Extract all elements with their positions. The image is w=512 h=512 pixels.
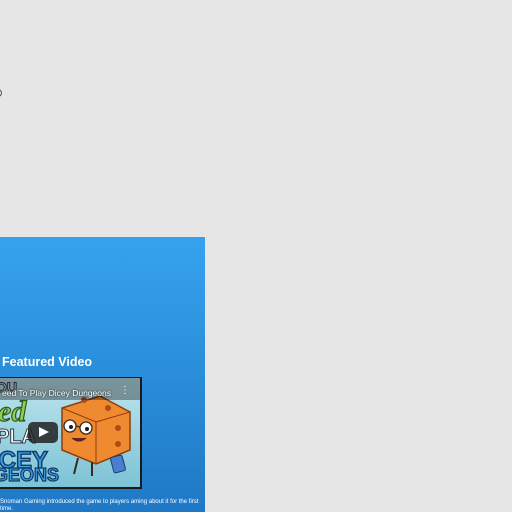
featured-video-panel: Featured Video OU ed PLA ICEY bbox=[0, 237, 205, 512]
thumb-word-5: GEONS bbox=[0, 465, 59, 485]
video-more-options-icon[interactable]: ⋮ bbox=[120, 386, 130, 396]
video-description: Snoman Gaming introduced the game to pla… bbox=[0, 499, 199, 512]
page-root: Featured Video OU ed PLA ICEY bbox=[0, 0, 512, 512]
video-title[interactable]: eed To Play Dicey Dungeons bbox=[2, 388, 111, 398]
featured-video-heading: Featured Video bbox=[2, 355, 93, 369]
offscreen-edge-mark bbox=[0, 89, 2, 97]
play-button[interactable] bbox=[28, 422, 58, 443]
video-thumbnail[interactable]: OU ed PLA ICEY GEONS bbox=[0, 378, 140, 487]
video-player[interactable]: OU ed PLA ICEY GEONS bbox=[0, 377, 142, 489]
